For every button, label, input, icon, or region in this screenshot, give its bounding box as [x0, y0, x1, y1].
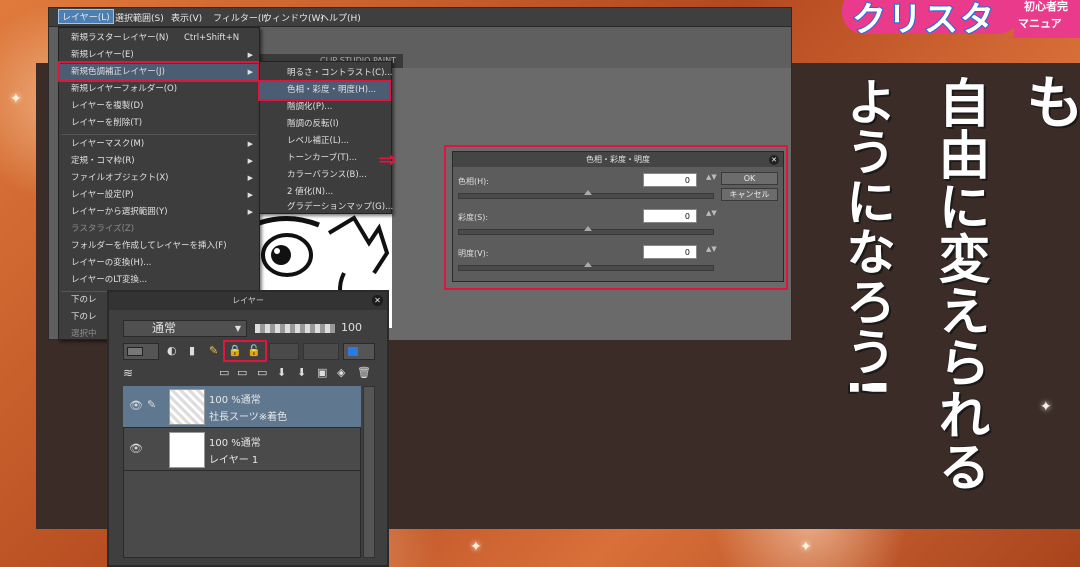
- submenu-item[interactable]: 2 値化(N)...: [260, 184, 391, 201]
- logo-text: クリスタ: [851, 0, 996, 41]
- submenu-item[interactable]: 階調の反転(I): [260, 116, 391, 133]
- highlight-box: [223, 340, 267, 362]
- logo: クリスタ 初心者完 マニュア: [838, 0, 1080, 41]
- slider-thumb[interactable]: [584, 226, 592, 231]
- ruler-button[interactable]: [303, 343, 339, 360]
- trash-icon[interactable]: 🗑: [357, 366, 371, 380]
- hue-input[interactable]: 0: [643, 173, 697, 187]
- layer-row-selected[interactable]: 👁 ✎ 100 %通常 社長スーツ※着色: [123, 386, 361, 428]
- dialog-title: 色相・彩度・明度: [453, 152, 783, 167]
- menu-help[interactable]: ヘルプ(H): [320, 11, 361, 24]
- menu-item[interactable]: ファイルオブジェクト(X) ▶: [59, 170, 259, 187]
- chevron-down-icon: ▼: [234, 324, 241, 333]
- mask-add-icon[interactable]: ▣: [317, 366, 327, 380]
- slider-thumb[interactable]: [584, 190, 592, 195]
- spin-icon[interactable]: ▲▼: [706, 174, 717, 181]
- menu-bar: レイヤー(L) 選択範囲(S) 表示(V) フィルター(I) ウィンドウ(W) …: [49, 8, 791, 27]
- headline-col2: 自由に変えられる: [929, 76, 990, 493]
- menu-layer[interactable]: レイヤー(L): [58, 9, 114, 24]
- saturation-input[interactable]: 0: [643, 209, 697, 223]
- blend-mode-value: 通常: [152, 321, 177, 335]
- menu-item[interactable]: フォルダーを作成してレイヤーを挿入(F): [59, 238, 259, 255]
- opacity-slider[interactable]: [255, 324, 335, 333]
- layer-opacity-mode: 100 %通常: [209, 438, 261, 449]
- menu-item[interactable]: 定規・コマ枠(R) ▶: [59, 153, 259, 170]
- cancel-button[interactable]: キャンセル: [721, 188, 778, 201]
- menu-item[interactable]: 新規ラスターレイヤー(N) Ctrl+Shift+N: [59, 30, 259, 47]
- menu-window[interactable]: ウィンドウ(W): [263, 11, 324, 24]
- layer-name: 社長スーツ※着色: [209, 412, 288, 423]
- color-button[interactable]: [343, 343, 375, 360]
- spin-icon[interactable]: ▲▼: [706, 246, 717, 253]
- headline-col3: ようになろう!: [838, 76, 897, 400]
- menu-item[interactable]: レイヤーから選択範囲(Y) ▶: [59, 204, 259, 221]
- layer-name: レイヤー 1: [209, 455, 259, 466]
- opacity-value[interactable]: 100: [341, 321, 362, 334]
- submenu-item[interactable]: 階調化(P)...: [260, 99, 391, 116]
- submenu-item[interactable]: カラーバランス(B)...: [260, 167, 391, 184]
- luminosity-slider[interactable]: [458, 262, 714, 271]
- submenu-item[interactable]: トーンカーブ(T)...: [260, 150, 391, 167]
- reference-icon[interactable]: ▮: [189, 344, 195, 358]
- apply-mask-icon[interactable]: ◈: [337, 366, 345, 380]
- scrollbar[interactable]: [363, 386, 375, 558]
- submenu-item[interactable]: グラデーションマップ(G)...: [260, 201, 393, 214]
- close-icon[interactable]: ✕: [372, 295, 383, 306]
- logo-sub1: 初心者完: [1024, 0, 1068, 13]
- layer-thumbnail: [169, 432, 205, 468]
- hue-label: 色相(H):: [458, 177, 489, 186]
- separator: [61, 134, 257, 135]
- menu-item[interactable]: レイヤー設定(P) ▶: [59, 187, 259, 204]
- sparkle: ✦: [10, 91, 22, 107]
- layer-row[interactable]: 👁 100 %通常 レイヤー 1: [123, 429, 361, 471]
- menu-item[interactable]: レイヤーマスク(M) ▶: [59, 136, 259, 153]
- saturation-slider[interactable]: [458, 226, 714, 235]
- clip-button[interactable]: [269, 343, 299, 360]
- logo-sub2: マニュア: [1018, 17, 1062, 30]
- eye-icon[interactable]: 👁: [129, 442, 143, 455]
- hue-saturation-dialog: 色相・彩度・明度 ✕ 色相(H): 0 ▲▼ 彩度(S): 0 ▲▼ 明度(V)…: [452, 151, 784, 282]
- headline-col1: 線の色をいつでも: [1016, 72, 1080, 479]
- menu-view[interactable]: 表示(V): [171, 11, 202, 24]
- sparkle: ✦: [470, 539, 482, 555]
- red-arrow-icon: ⇒: [378, 148, 397, 173]
- transfer-down-icon[interactable]: ⬇: [277, 366, 286, 380]
- color-swatch-button[interactable]: [123, 343, 159, 360]
- highlight-box: [258, 80, 391, 101]
- layer-panel: レイヤー ✕ 通常 ▼ 100 ◐ ▮ ✎ 🔒 🔓 ≋ ▭ ▭ ▭ ⬇ ⬇ ▣ ◈…: [107, 290, 389, 567]
- menu-item[interactable]: 新規レイヤーフォルダー(O): [59, 81, 259, 98]
- sparkle: ✦: [800, 539, 812, 555]
- pencil-icon[interactable]: ✎: [209, 344, 218, 358]
- menu-item[interactable]: レイヤーを削除(T): [59, 115, 259, 132]
- layer-thumbnail: [169, 389, 205, 425]
- eye-icon[interactable]: 👁: [129, 399, 143, 412]
- slider-thumb[interactable]: [584, 262, 592, 267]
- layer-panel-title: レイヤー: [109, 292, 387, 310]
- menu-item[interactable]: レイヤーのLT変換...: [59, 272, 259, 289]
- menu-item-disabled: ラスタライズ(Z): [71, 224, 135, 234]
- close-icon[interactable]: ✕: [769, 155, 779, 165]
- submenu-item[interactable]: レベル補正(L)...: [260, 133, 391, 150]
- menu-item[interactable]: レイヤーの変換(H)...: [59, 255, 259, 272]
- luminosity-label: 明度(V):: [458, 249, 489, 258]
- luminosity-input[interactable]: 0: [643, 245, 697, 259]
- layers-icon[interactable]: ≋: [123, 366, 133, 380]
- new-raster-layer-icon[interactable]: ▭: [219, 366, 229, 380]
- menu-selection[interactable]: 選択範囲(S): [115, 11, 164, 24]
- ok-button[interactable]: OK: [721, 172, 778, 185]
- menu-filter[interactable]: フィルター(I): [213, 11, 268, 24]
- hue-slider[interactable]: [458, 190, 714, 199]
- new-vector-layer-icon[interactable]: ▭: [237, 366, 247, 380]
- new-folder-icon[interactable]: ▭: [257, 366, 267, 380]
- brush-icon: ✎: [147, 398, 157, 411]
- blend-mode-select[interactable]: 通常 ▼: [123, 320, 247, 337]
- highlight-box: [58, 61, 260, 82]
- spin-icon[interactable]: ▲▼: [706, 210, 717, 217]
- saturation-label: 彩度(S):: [458, 213, 489, 222]
- mask-icon[interactable]: ◐: [167, 344, 177, 358]
- layer-opacity-mode: 100 %通常: [209, 395, 261, 406]
- merge-down-icon[interactable]: ⬇: [297, 366, 306, 380]
- menu-item[interactable]: レイヤーを複製(D): [59, 98, 259, 115]
